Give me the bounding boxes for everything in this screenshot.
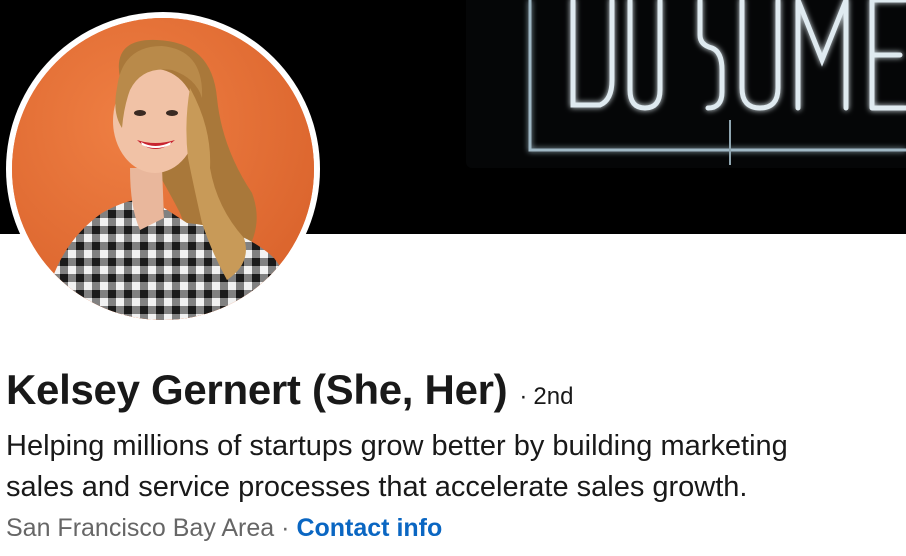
meta-separator: ·	[281, 514, 290, 542]
profile-meta: San Francisco Bay Area · Contact info	[6, 514, 442, 543]
location: San Francisco Bay Area	[6, 514, 275, 542]
connection-degree: · 2nd	[519, 383, 573, 411]
headline-line-1: Helping millions of startups grow better…	[6, 430, 788, 462]
avatar[interactable]	[12, 18, 314, 320]
headline-line-2: sales and service processes that acceler…	[6, 471, 748, 503]
profile-name: Kelsey Gernert (She, Her)	[6, 366, 508, 413]
profile-identity: Kelsey Gernert (She, Her) · 2nd	[6, 366, 573, 428]
name-line: Kelsey Gernert (She, Her) · 2nd	[6, 366, 573, 428]
contact-info-link[interactable]: Contact info	[296, 514, 442, 542]
profile-headline: Helping millions of startups grow better…	[6, 426, 906, 508]
degree-separator: ·	[519, 383, 528, 410]
degree-label: 2nd	[533, 383, 574, 410]
profile-photo-image	[12, 18, 314, 320]
